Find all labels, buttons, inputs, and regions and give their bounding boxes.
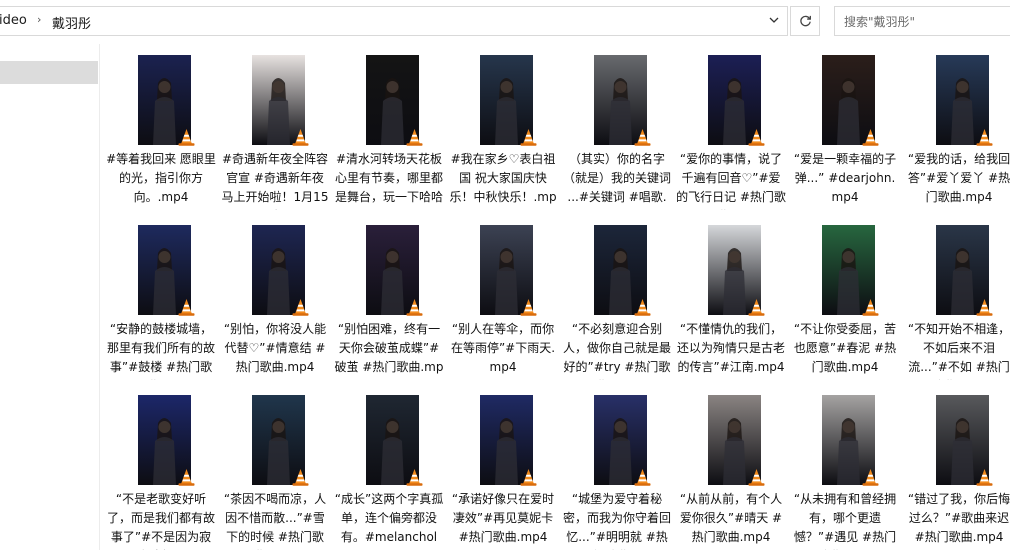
file-item[interactable]: “城堡为爱守着秘密，而我为你守着回忆...”#明明就 #热门歌曲... [560, 384, 674, 550]
vlc-cone-icon [177, 128, 196, 146]
file-name: “安静的鼓楼城墙，那里有我们所有的故事”#鼓楼 #热门歌曲.... [106, 322, 215, 380]
file-name: “不知开始不相逢，不如后来不泪流...”#不如 #热门歌曲.mp4 [907, 322, 1010, 380]
file-name: “承诺好像只在爱时凄效”#再见莫妮卡#热门歌曲.mp4 [451, 492, 555, 544]
file-name: “从未拥有和曾经拥有，哪个更遗憾？”#遇见 #热门歌曲.mp4 [793, 492, 897, 550]
file-name: #奇遇新年夜全阵容官宣 #奇遇新年夜 马上开始啦！1月15日晚... [221, 152, 329, 210]
chevron-down-icon[interactable] [763, 13, 785, 31]
file-item[interactable]: “承诺好像只在爱时凄效”#再见莫妮卡#热门歌曲.mp4 [446, 384, 560, 550]
file-name: “不让你受委屈，苦也愿意”#春泥 #热门歌曲.mp4 [793, 322, 897, 374]
file-item[interactable]: “成长”这两个字真孤单，连个偏旁都没有。#melancholy... [332, 384, 446, 550]
file-name: “不必刻意迎合别人，做你自己就是最好的”#try #热门歌曲.mp4 [562, 322, 671, 380]
vlc-cone-icon [747, 468, 766, 486]
vlc-cone-icon [975, 298, 994, 316]
file-item[interactable]: “别怕困难，终有一天你会破茧成蝶”#破茧 #热门歌曲.mp4 [332, 214, 446, 382]
file-name: “城堡为爱守着秘密，而我为你守着回忆...”#明明就 #热门歌曲... [562, 492, 671, 550]
file-name: “错过了我，你后悔过么？”#歌曲来迟#热门歌曲.mp4 [907, 492, 1010, 544]
nav-item-selected[interactable] [0, 61, 98, 84]
file-item[interactable]: （其实）你的名字（就是）我的关键词 ...#关键词 #唱歌.mp4 [560, 44, 674, 212]
file-item[interactable]: #我在家乡♡表白祖国 祝大家国庆快乐！中秋快乐！.mp4 [446, 44, 560, 212]
file-list: #等着我回来 愿眼里的光，指引你方向。.mp4 #奇遇新年夜全阵容官宣 #奇遇新年… [104, 44, 1010, 550]
file-item[interactable]: #奇遇新年夜全阵容官宣 #奇遇新年夜 马上开始啦！1月15日晚... [218, 44, 332, 212]
file-item[interactable]: “错过了我，你后悔过么？”#歌曲来迟#热门歌曲.mp4 [902, 384, 1010, 550]
vlc-cone-icon [291, 128, 310, 146]
file-item[interactable]: “不懂情仇的我们，还以为殉情只是古老的传言”#江南.mp4 [674, 214, 788, 382]
file-item[interactable]: “不是老歌变好听了，而是我们都有故事了”#不是因为寂寞才想... [104, 384, 218, 550]
breadcrumb-current-folder[interactable]: 戴羽彤 [52, 13, 91, 32]
vlc-cone-icon [975, 128, 994, 146]
vlc-cone-icon [405, 298, 424, 316]
file-item[interactable]: “别人在等伞，而你在等雨停”#下雨天.mp4 [446, 214, 560, 382]
file-item[interactable]: “爱你的事情，说了千遍有回音♡”#爱的飞行日记 #热门歌曲.... [674, 44, 788, 212]
file-item[interactable]: “茶因不喝而凉，人因不惜而散...”#雪下的时候 #热门歌曲.mp4 [218, 384, 332, 550]
file-item[interactable]: “不必刻意迎合别人，做你自己就是最好的”#try #热门歌曲.mp4 [560, 214, 674, 382]
breadcrumb-video[interactable]: ideo [0, 13, 27, 28]
file-item[interactable]: #等着我回来 愿眼里的光，指引你方向。.mp4 [104, 44, 218, 212]
vlc-cone-icon [747, 298, 766, 316]
vlc-cone-icon [633, 298, 652, 316]
vlc-cone-icon [405, 468, 424, 486]
file-item[interactable]: “爱是一颗幸福的子弹...” #dearjohn.mp4 [788, 44, 902, 212]
vlc-cone-icon [861, 298, 880, 316]
vlc-cone-icon [861, 468, 880, 486]
vlc-cone-icon [177, 468, 196, 486]
vlc-cone-icon [861, 128, 880, 146]
vlc-cone-icon [291, 298, 310, 316]
file-name: “不是老歌变好听了，而是我们都有故事了”#不是因为寂寞才想... [106, 492, 215, 550]
vlc-cone-icon [633, 128, 652, 146]
file-item[interactable]: “安静的鼓楼城墙，那里有我们所有的故事”#鼓楼 #热门歌曲.... [104, 214, 218, 382]
file-item[interactable]: “从未拥有和曾经拥有，哪个更遗憾？”#遇见 #热门歌曲.mp4 [788, 384, 902, 550]
file-name: “爱我的话，给我回答”#爱丫爱丫 #热门歌曲.mp4 [907, 152, 1010, 204]
file-name: #清水河转场天花板 心里有节奏，哪里都是舞台，玩一下哈哈#甩... [334, 152, 443, 210]
vlc-cone-icon [177, 298, 196, 316]
vlc-cone-icon [291, 468, 310, 486]
search-box[interactable] [834, 6, 1010, 36]
vlc-cone-icon [405, 128, 424, 146]
vlc-cone-icon [975, 468, 994, 486]
file-name: “爱你的事情，说了千遍有回音♡”#爱的飞行日记 #热门歌曲.... [676, 152, 786, 210]
address-path[interactable]: ideo › 戴羽彤 [0, 6, 788, 36]
file-name: “从前从前，有个人爱你很久”#晴天 #热门歌曲.mp4 [679, 492, 783, 544]
navigation-pane [0, 44, 100, 550]
vlc-cone-icon [519, 468, 538, 486]
breadcrumb-separator-icon[interactable]: › [37, 13, 41, 26]
file-name: （其实）你的名字（就是）我的关键词 ...#关键词 #唱歌.mp4 [562, 152, 671, 210]
file-name: “不懂情仇的我们，还以为殉情只是古老的传言”#江南.mp4 [676, 322, 785, 374]
vlc-cone-icon [519, 128, 538, 146]
vlc-cone-icon [633, 468, 652, 486]
file-name: #等着我回来 愿眼里的光，指引你方向。.mp4 [106, 152, 216, 204]
search-input[interactable] [842, 8, 1010, 36]
file-item[interactable]: “从前从前，有个人爱你很久”#晴天 #热门歌曲.mp4 [674, 384, 788, 550]
file-name: “茶因不喝而凉，人因不惜而散...”#雪下的时候 #热门歌曲.mp4 [223, 492, 327, 550]
file-name: “别人在等伞，而你在等雨停”#下雨天.mp4 [450, 322, 556, 374]
file-name: “成长”这两个字真孤单，连个偏旁都没有。#melancholy... [334, 492, 444, 550]
refresh-button[interactable] [790, 6, 820, 36]
file-item[interactable]: “不知开始不相逢，不如后来不泪流...”#不如 #热门歌曲.mp4 [902, 214, 1010, 382]
vlc-cone-icon [519, 298, 538, 316]
file-name: #我在家乡♡表白祖国 祝大家国庆快乐！中秋快乐！.mp4 [449, 152, 557, 210]
refresh-icon [799, 15, 811, 27]
file-item[interactable]: “爱我的话，给我回答”#爱丫爱丫 #热门歌曲.mp4 [902, 44, 1010, 212]
file-name: “别怕困难，终有一天你会破茧成蝶”#破茧 #热门歌曲.mp4 [334, 322, 444, 380]
file-item[interactable]: #清水河转场天花板 心里有节奏，哪里都是舞台，玩一下哈哈#甩... [332, 44, 446, 212]
file-item[interactable]: “不让你受委屈，苦也愿意”#春泥 #热门歌曲.mp4 [788, 214, 902, 382]
file-item[interactable]: “别怕，你将没人能代替♡”#情意结 #热门歌曲.mp4 [218, 214, 332, 382]
vlc-cone-icon [747, 128, 766, 146]
file-name: “爱是一颗幸福的子弹...” #dearjohn.mp4 [793, 152, 897, 204]
address-bar: ideo › 戴羽彤 [0, 0, 1010, 44]
file-name: “别怕，你将没人能代替♡”#情意结 #热门歌曲.mp4 [223, 322, 327, 374]
